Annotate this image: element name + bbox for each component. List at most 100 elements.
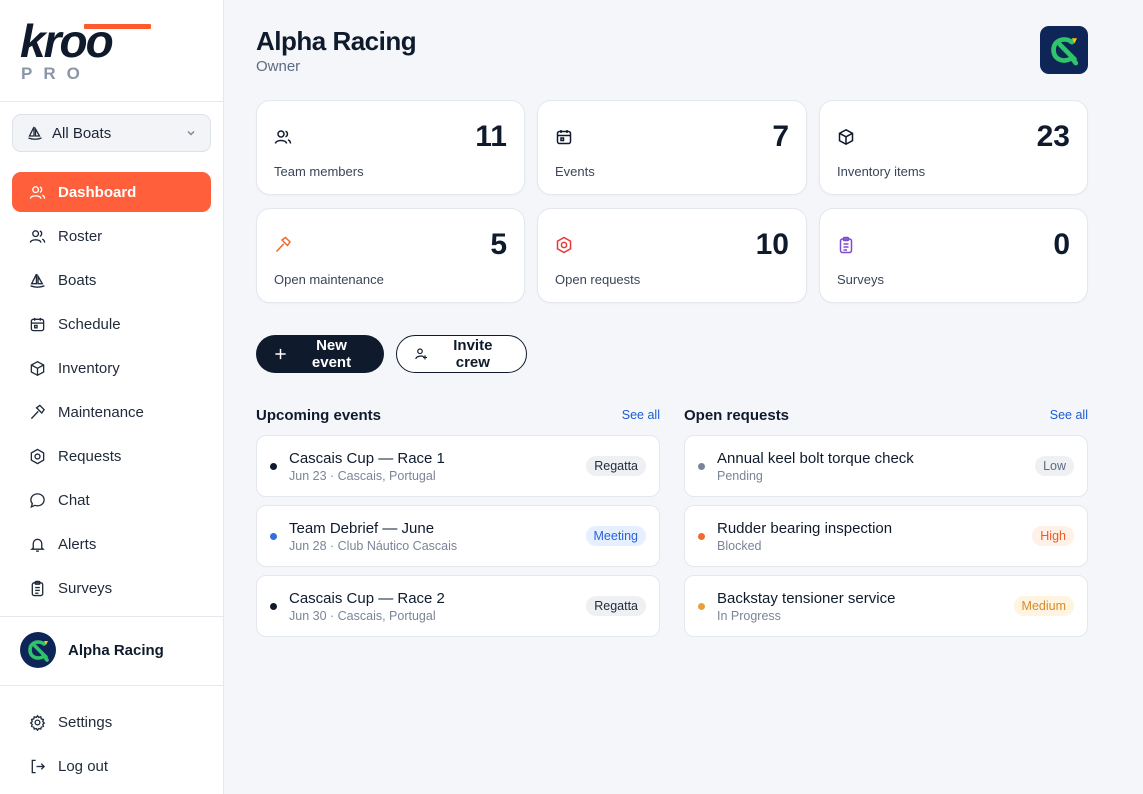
event-row[interactable]: Cascais Cup — Race 2 Jun 30 · Cascais, P… bbox=[256, 575, 660, 637]
event-type-badge: Meeting bbox=[585, 526, 646, 546]
stats-grid: 11 Team members 7 Events 23 Inventory it… bbox=[256, 100, 1088, 303]
request-row[interactable]: Annual keel bolt torque check Pending Lo… bbox=[684, 435, 1088, 497]
sidebar-divider bbox=[0, 101, 223, 102]
sidebar-item-roster[interactable]: Roster bbox=[12, 216, 211, 256]
plus-icon bbox=[275, 348, 286, 360]
request-dot bbox=[698, 463, 705, 470]
sidebar-item-label: Surveys bbox=[58, 579, 113, 597]
clipboard-icon bbox=[839, 236, 853, 254]
event-row[interactable]: Cascais Cup — Race 1 Jun 23 · Cascais, P… bbox=[256, 435, 660, 497]
event-dot bbox=[270, 533, 277, 540]
hexagon-icon bbox=[30, 448, 45, 464]
users-icon bbox=[29, 185, 46, 199]
stat-value: 23 bbox=[1036, 120, 1070, 153]
users-icon bbox=[274, 130, 292, 144]
event-meta: Jun 28 · Club Náutico Cascais bbox=[289, 539, 458, 553]
calendar-icon bbox=[556, 130, 572, 145]
stat-card-open-requests[interactable]: 10 Open requests bbox=[537, 208, 807, 303]
kroo-pro-logo[interactable]: kroo PRO bbox=[20, 18, 151, 84]
sidebar-item-chat[interactable]: Chat bbox=[12, 480, 211, 520]
sidebar-item-inventory[interactable]: Inventory bbox=[12, 348, 211, 388]
sidebar-item-label: Dashboard bbox=[58, 183, 137, 201]
event-title: Cascais Cup — Race 1 bbox=[289, 450, 445, 467]
request-row[interactable]: Backstay tensioner service In Progress M… bbox=[684, 575, 1088, 637]
stat-label: Events bbox=[555, 164, 595, 179]
priority-badge: Medium bbox=[1013, 596, 1074, 616]
logo-sub: PRO bbox=[21, 64, 91, 83]
hammer-icon bbox=[30, 404, 45, 419]
sidebar-item-requests[interactable]: Requests bbox=[12, 436, 211, 476]
event-row[interactable]: Team Debrief — June Jun 28 · Club Náutic… bbox=[256, 505, 660, 567]
sidebar-item-boats[interactable]: Boats bbox=[12, 260, 211, 300]
sidebar-item-settings[interactable]: Settings bbox=[12, 702, 211, 742]
event-meta: Jun 23 · Cascais, Portugal bbox=[289, 469, 436, 483]
request-title: Rudder bearing inspection bbox=[717, 520, 893, 537]
hammer-icon bbox=[275, 236, 291, 253]
chat-icon bbox=[30, 492, 45, 508]
request-status: In Progress bbox=[717, 609, 781, 623]
team-logo-badge bbox=[1040, 26, 1088, 74]
sidebar-item-dashboard[interactable]: Dashboard bbox=[12, 172, 211, 212]
sidebar-item-label: Log out bbox=[58, 757, 109, 775]
stat-card-surveys[interactable]: 0 Surveys bbox=[819, 208, 1088, 303]
sidebar-item-label: Alerts bbox=[58, 535, 97, 553]
see-all-events-link[interactable]: See all bbox=[622, 408, 660, 422]
stat-card-events[interactable]: 7 Events bbox=[537, 100, 807, 195]
see-all-requests-link[interactable]: See all bbox=[1050, 408, 1088, 422]
invite-crew-label: Invite crew bbox=[453, 337, 493, 371]
box-icon bbox=[838, 128, 854, 146]
sidebar-item-alerts[interactable]: Alerts bbox=[12, 524, 211, 564]
alpha-logo-icon bbox=[1051, 37, 1079, 66]
team-switcher[interactable]: Alpha Racing bbox=[20, 632, 164, 668]
stat-card-team-members[interactable]: 11 Team members bbox=[256, 100, 525, 195]
request-status: Blocked bbox=[717, 539, 762, 553]
users-icon bbox=[29, 229, 46, 243]
event-type-badge: Regatta bbox=[586, 596, 646, 616]
boat-selector-value: All Boats bbox=[52, 124, 112, 142]
event-dot bbox=[270, 463, 277, 470]
sidebar-bottom-nav: Settings Log out bbox=[12, 702, 211, 790]
stat-label: Inventory items bbox=[837, 164, 926, 179]
event-meta: Jun 30 · Cascais, Portugal bbox=[289, 609, 436, 623]
alpha-logo-icon bbox=[28, 640, 49, 662]
stat-label: Team members bbox=[274, 164, 364, 179]
request-status: Pending bbox=[717, 469, 763, 483]
event-type-badge: Regatta bbox=[586, 456, 646, 476]
sidebar-nav: Dashboard Roster Boats Schedule Inventor… bbox=[12, 172, 211, 612]
request-row[interactable]: Rudder bearing inspection Blocked High bbox=[684, 505, 1088, 567]
invite-crew-button[interactable]: Invite crew bbox=[396, 335, 527, 373]
stat-label: Open requests bbox=[555, 272, 641, 287]
sidebar-item-surveys[interactable]: Surveys bbox=[12, 568, 211, 608]
sidebar-item-maintenance[interactable]: Maintenance bbox=[12, 392, 211, 432]
box-icon bbox=[30, 360, 45, 376]
boat-selector[interactable]: All Boats bbox=[12, 114, 211, 152]
stat-label: Surveys bbox=[837, 272, 884, 287]
stat-label: Open maintenance bbox=[274, 272, 384, 287]
calendar-icon bbox=[30, 317, 45, 331]
team-name: Alpha Racing bbox=[68, 641, 164, 659]
hexagon-icon bbox=[556, 236, 572, 254]
page-title: Alpha Racing bbox=[256, 26, 417, 56]
sidebar-item-label: Boats bbox=[58, 271, 97, 289]
request-title: Backstay tensioner service bbox=[717, 590, 896, 607]
page-role: Owner bbox=[256, 58, 301, 75]
event-title: Cascais Cup — Race 2 bbox=[289, 590, 445, 607]
open-requests-list: Annual keel bolt torque check Pending Lo… bbox=[684, 435, 1088, 637]
upcoming-events-list: Cascais Cup — Race 1 Jun 23 · Cascais, P… bbox=[256, 435, 660, 637]
clipboard-icon bbox=[31, 580, 44, 596]
sidebar-item-logout[interactable]: Log out bbox=[12, 746, 211, 786]
stat-value: 5 bbox=[490, 228, 507, 261]
upcoming-events-panel: Upcoming events See all Cascais Cup — Ra… bbox=[256, 404, 660, 645]
stat-card-inventory[interactable]: 23 Inventory items bbox=[819, 100, 1088, 195]
chevron-down-icon bbox=[187, 131, 195, 136]
stat-value: 11 bbox=[475, 120, 507, 153]
request-title: Annual keel bolt torque check bbox=[717, 450, 914, 467]
new-event-button[interactable]: New event bbox=[256, 335, 384, 373]
stat-card-open-maintenance[interactable]: 5 Open maintenance bbox=[256, 208, 525, 303]
sailboat-icon bbox=[30, 273, 45, 288]
sidebar-item-label: Schedule bbox=[58, 315, 121, 333]
open-requests-title: Open requests bbox=[684, 406, 790, 424]
sidebar-item-schedule[interactable]: Schedule bbox=[12, 304, 211, 344]
sidebar-item-label: Chat bbox=[58, 491, 90, 509]
team-avatar bbox=[20, 632, 56, 668]
